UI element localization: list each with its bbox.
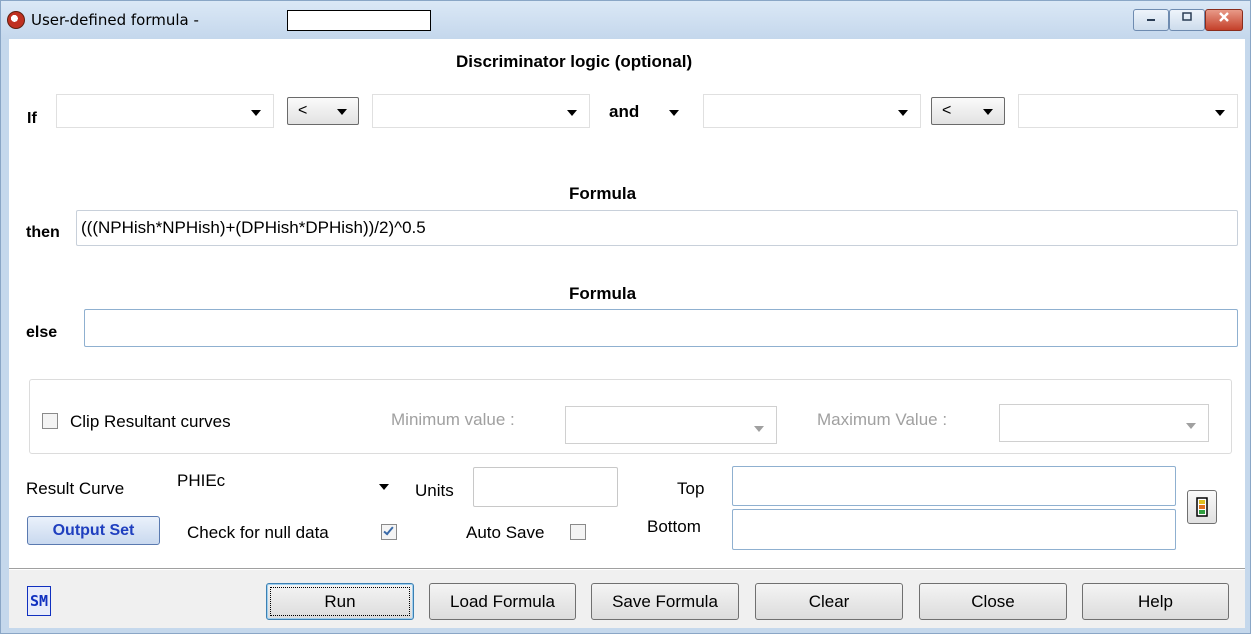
auto-save-label: Auto Save bbox=[466, 523, 545, 542]
chevron-down-icon bbox=[251, 110, 261, 116]
operator-1-dropdown[interactable]: < bbox=[287, 97, 359, 125]
null-check-label: Check for null data bbox=[187, 523, 329, 542]
chevron-down-icon bbox=[898, 110, 908, 116]
top-label: Top bbox=[677, 479, 705, 498]
chevron-down-icon bbox=[669, 110, 679, 116]
discriminator-heading: Discriminator logic (optional) bbox=[456, 52, 693, 71]
else-formula-input[interactable] bbox=[84, 309, 1238, 347]
load-formula-button[interactable]: Load Formula bbox=[429, 583, 576, 620]
conjunction-dropdown[interactable]: and bbox=[602, 94, 692, 128]
bottom-label: Bottom bbox=[647, 517, 701, 536]
units-label: Units bbox=[415, 481, 454, 500]
minimize-icon bbox=[1147, 19, 1155, 21]
window-title: User-defined formula - bbox=[31, 11, 199, 29]
checkmark-icon bbox=[383, 524, 394, 536]
maximum-value-dropdown[interactable] bbox=[999, 404, 1209, 442]
clip-checkbox[interactable] bbox=[42, 413, 58, 429]
chevron-down-icon bbox=[379, 484, 389, 490]
chevron-down-icon bbox=[1215, 110, 1225, 116]
traffic-light-icon bbox=[1196, 497, 1208, 517]
close-button[interactable]: Close bbox=[919, 583, 1067, 620]
maximum-value-label: Maximum Value : bbox=[817, 410, 948, 429]
bottom-input[interactable] bbox=[732, 509, 1176, 550]
result-curve-label: Result Curve bbox=[26, 479, 125, 498]
then-label: then bbox=[26, 224, 60, 241]
minimum-value-dropdown[interactable] bbox=[565, 406, 777, 444]
title-bar[interactable]: User-defined formula - bbox=[1, 1, 1250, 39]
units-input[interactable] bbox=[473, 467, 618, 507]
app-icon bbox=[7, 11, 25, 29]
help-button[interactable]: Help bbox=[1082, 583, 1229, 620]
title-name-box bbox=[287, 10, 431, 31]
chevron-down-icon bbox=[567, 110, 577, 116]
if-field-1-dropdown[interactable] bbox=[56, 94, 274, 128]
maximize-icon bbox=[1182, 12, 1192, 21]
minimize-button[interactable] bbox=[1133, 9, 1169, 31]
else-label: else bbox=[26, 324, 58, 341]
clear-button[interactable]: Clear bbox=[755, 583, 903, 620]
operator-2-dropdown[interactable]: < bbox=[931, 97, 1005, 125]
color-settings-button[interactable] bbox=[1187, 490, 1217, 524]
maximize-button[interactable] bbox=[1169, 9, 1205, 31]
chevron-down-icon bbox=[337, 109, 347, 115]
if-label: If bbox=[27, 110, 37, 127]
output-set-button[interactable]: Output Set bbox=[27, 516, 160, 545]
clip-label: Clip Resultant curves bbox=[70, 412, 231, 431]
chevron-down-icon bbox=[983, 109, 993, 115]
then-formula-heading: Formula bbox=[569, 184, 637, 203]
save-formula-button[interactable]: Save Formula bbox=[591, 583, 739, 620]
close-window-button[interactable] bbox=[1205, 9, 1243, 31]
chevron-down-icon bbox=[754, 426, 764, 432]
result-curve-dropdown[interactable]: PHIEc bbox=[172, 467, 402, 505]
null-check-checkbox[interactable] bbox=[381, 524, 397, 540]
top-input[interactable] bbox=[732, 466, 1176, 506]
close-icon bbox=[1219, 12, 1229, 22]
sm-logo-button[interactable]: SM bbox=[27, 586, 51, 616]
minimum-value-label: Minimum value : bbox=[391, 410, 515, 429]
dialog-body: Discriminator logic (optional) If < and … bbox=[9, 39, 1245, 628]
run-button[interactable]: Run bbox=[266, 583, 414, 620]
chevron-down-icon bbox=[1186, 423, 1196, 429]
else-formula-heading: Formula bbox=[569, 284, 637, 303]
if-field-2-dropdown[interactable] bbox=[372, 94, 590, 128]
if-field-3-dropdown[interactable] bbox=[703, 94, 921, 128]
auto-save-checkbox[interactable] bbox=[570, 524, 586, 540]
then-formula-input[interactable]: (((NPHish*NPHish)+(DPHish*DPHish))/2)^0.… bbox=[76, 210, 1238, 246]
if-field-4-dropdown[interactable] bbox=[1018, 94, 1238, 128]
dialog-window: User-defined formula - Discriminator log… bbox=[0, 0, 1251, 634]
